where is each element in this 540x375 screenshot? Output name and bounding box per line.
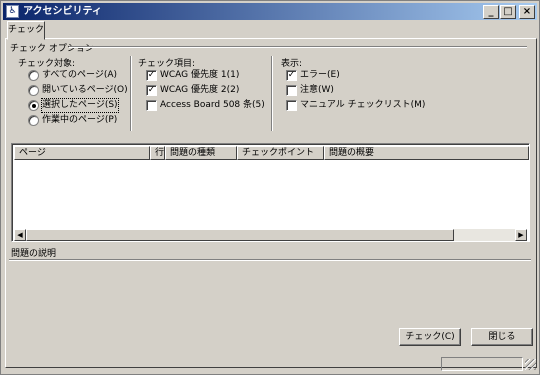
checkbox[interactable] [286, 85, 297, 96]
resize-grip-icon[interactable] [525, 359, 536, 370]
scrollbar-thumb[interactable] [26, 229, 454, 241]
radio-button[interactable] [28, 85, 39, 96]
checkbox-wcag-priority-1-label: WCAG 優先度 1(1) [160, 70, 240, 80]
status-pane [441, 357, 523, 371]
column-separator [130, 56, 132, 131]
column-header-issue-summary[interactable]: 問題の概要 [324, 146, 529, 160]
horizontal-scrollbar[interactable]: ◀ ▶ [14, 229, 527, 241]
radio-current-page-label: 作業中のページ(P) [42, 115, 118, 125]
tab-strip: チェック [5, 21, 537, 40]
title-bar[interactable]: ♿ アクセシビリティ _ □ × [3, 3, 537, 20]
checkbox-wcag-priority-2-label: WCAG 優先度 2(2) [160, 85, 240, 95]
accessibility-app-icon: ♿ [6, 5, 19, 18]
accessibility-window: ♿ アクセシビリティ _ □ × チェック チェック オプション チェック対象:… [0, 0, 540, 375]
close-button[interactable]: 閉じる [471, 328, 533, 346]
checkbox[interactable] [286, 100, 297, 111]
checkbox[interactable] [146, 100, 157, 111]
radio-button[interactable] [28, 70, 39, 81]
display-label: 表示: [281, 59, 303, 69]
checkbox-access-board-508-label: Access Board 508 条(5) [160, 100, 265, 110]
column-header-issue-type[interactable]: 問題の種類 [165, 146, 237, 160]
minimize-button[interactable]: _ [483, 5, 499, 19]
column-header-line[interactable]: 行 [150, 146, 165, 160]
column-separator [271, 56, 273, 131]
scroll-right-arrow-icon[interactable]: ▶ [515, 229, 527, 241]
status-bar [3, 356, 537, 372]
radio-open-pages-label: 開いているページ(O) [42, 85, 128, 95]
checkbox-warnings-label: 注意(W) [300, 85, 334, 95]
maximize-button[interactable]: □ [500, 5, 516, 19]
radio-button-selected[interactable] [28, 100, 39, 111]
radio-selected-pages-label: 選択したページ(S) [41, 98, 119, 113]
check-button[interactable]: チェック(C) [399, 328, 461, 346]
checkbox[interactable]: ✓ [146, 85, 157, 96]
checkbox-manual-checklist-label: マニュアル チェックリスト(M) [300, 100, 426, 110]
close-window-button[interactable]: × [519, 5, 535, 19]
issue-description-divider [9, 259, 531, 261]
scroll-left-arrow-icon[interactable]: ◀ [14, 229, 26, 241]
check-items-label: チェック項目: [138, 59, 196, 69]
checkbox[interactable]: ✓ [146, 70, 157, 81]
radio-button[interactable] [28, 115, 39, 126]
column-header-page[interactable]: ページ [14, 146, 150, 160]
tab-check[interactable]: チェック [7, 21, 45, 40]
issue-description-label: 問題の説明 [11, 249, 57, 259]
results-table[interactable]: ページ 行 問題の種類 チェックポイント 問題の概要 ◀ ▶ [11, 143, 530, 242]
window-title: アクセシビリティ [23, 6, 102, 17]
options-group-divider [69, 46, 527, 48]
radio-all-pages-label: すべてのページ(A) [42, 70, 118, 80]
checkbox-errors-label: エラー(E) [300, 70, 340, 80]
checkbox[interactable]: ✓ [286, 70, 297, 81]
column-header-checkpoint[interactable]: チェックポイント [237, 146, 324, 160]
target-label: チェック対象: [18, 59, 76, 69]
